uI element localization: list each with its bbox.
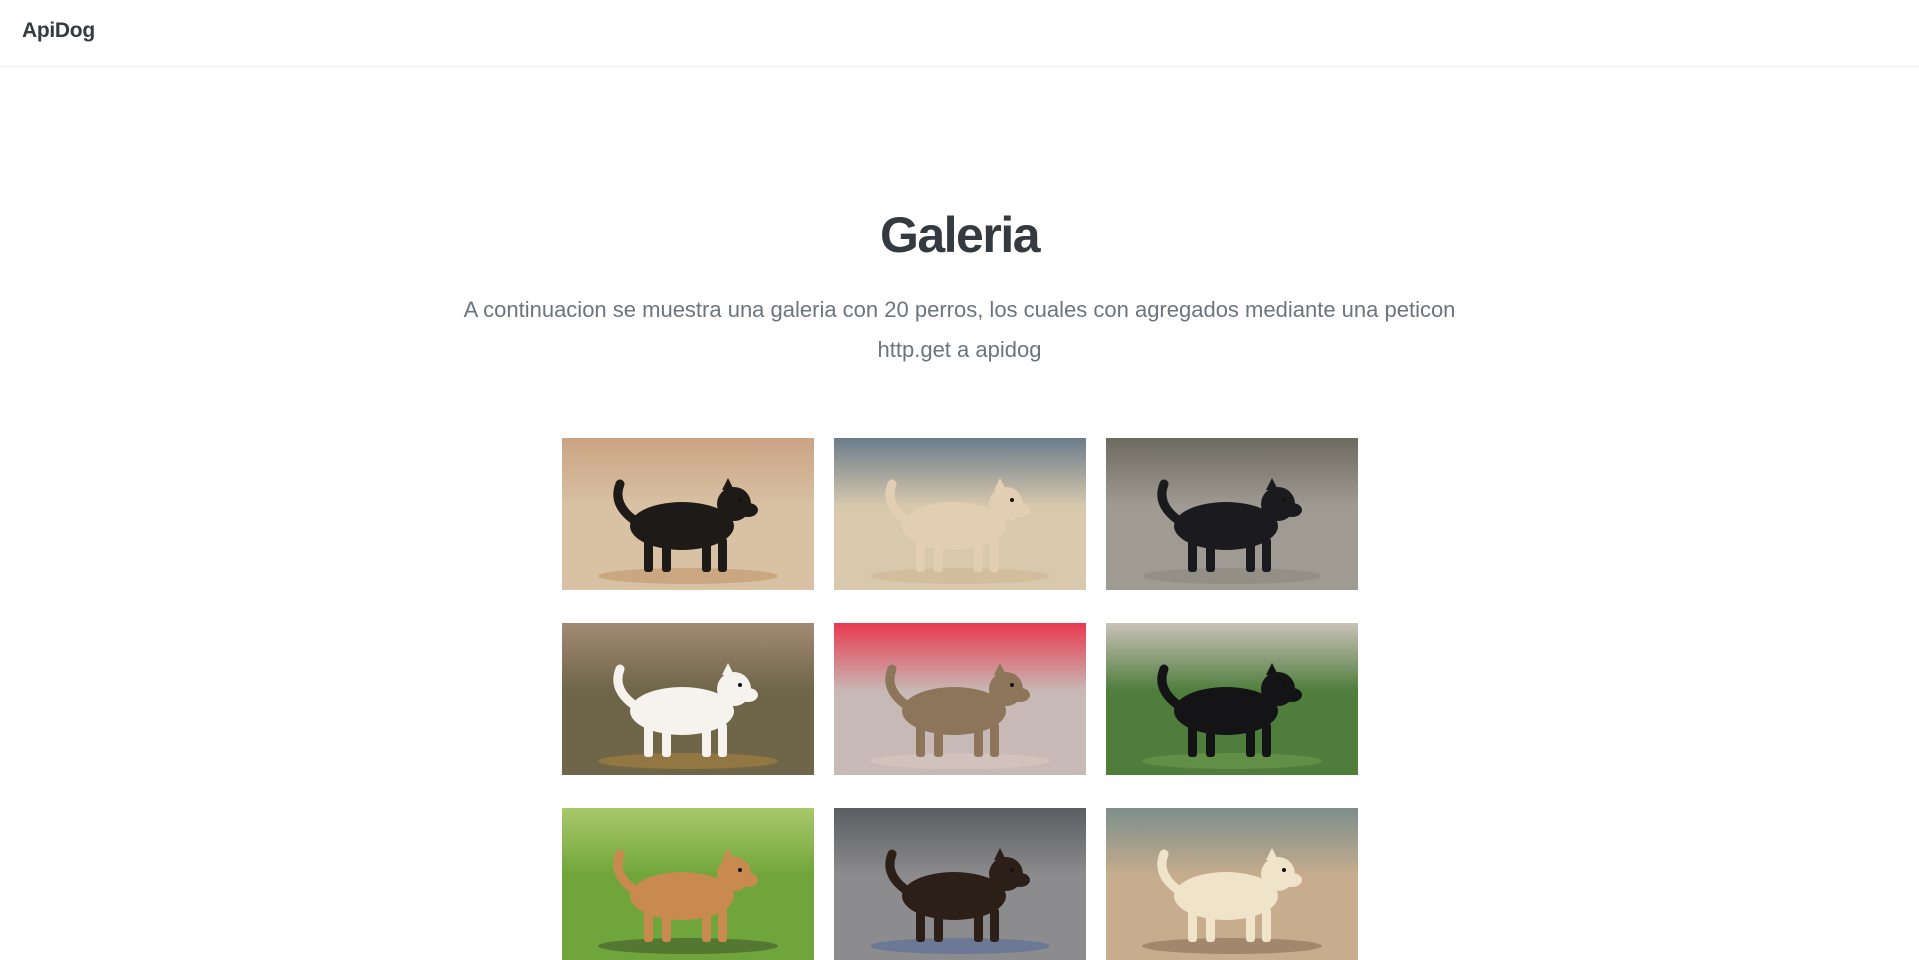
gallery-image[interactable]	[562, 623, 814, 775]
page-description: A continuacion se muestra una galeria co…	[463, 297, 1456, 362]
gallery-image[interactable]	[1106, 438, 1358, 590]
page-title: Galeria	[879, 207, 1041, 263]
dog-photo-icon	[1106, 808, 1358, 960]
navbar: ApiDog	[0, 0, 1919, 67]
gallery-image[interactable]	[834, 808, 1086, 960]
dog-gallery	[562, 438, 1359, 960]
dog-photo-icon	[1106, 438, 1358, 590]
dog-photo-icon	[834, 438, 1086, 590]
dog-photo-icon	[834, 808, 1086, 960]
gallery-image[interactable]	[834, 623, 1086, 775]
brand-link[interactable]: ApiDog	[22, 19, 95, 43]
gallery-image[interactable]	[1106, 808, 1358, 960]
dog-photo-icon	[834, 623, 1086, 775]
dog-photo-icon	[562, 808, 814, 960]
gallery-image[interactable]	[562, 438, 814, 590]
gallery-image[interactable]	[562, 808, 814, 960]
gallery-image[interactable]	[834, 438, 1086, 590]
gallery-image[interactable]	[1106, 623, 1358, 775]
dog-photo-icon	[562, 623, 814, 775]
dog-photo-icon	[1106, 623, 1358, 775]
dog-photo-icon	[562, 438, 814, 590]
